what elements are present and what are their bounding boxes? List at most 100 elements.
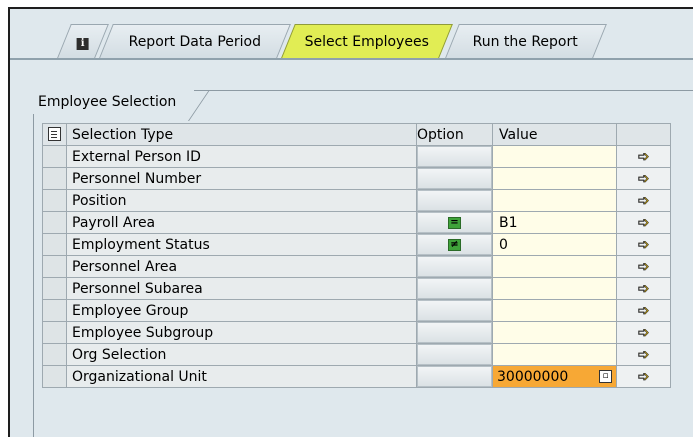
table-row: Payroll Area = B1 ➩ xyxy=(42,211,671,234)
multiple-selection-arrow-icon[interactable]: ➩ xyxy=(634,148,654,165)
option-button[interactable]: = xyxy=(417,212,492,233)
table-row: Organizational Unit 30000000 ▫ ➩ xyxy=(42,365,671,388)
option-button[interactable] xyxy=(417,322,492,343)
multiple-selection-arrow-icon[interactable]: ➩ xyxy=(634,170,654,187)
option-cell xyxy=(416,189,493,212)
multiple-selection-arrow-icon[interactable]: ➩ xyxy=(634,280,654,297)
row-selector[interactable] xyxy=(42,255,67,278)
not-equal-option-icon: ≠ xyxy=(448,238,461,251)
multiple-selection-cell: ➩ xyxy=(616,343,671,366)
tab-divider xyxy=(10,58,693,60)
value-input[interactable]: 30000000 ▫ xyxy=(492,365,617,388)
row-selector[interactable] xyxy=(42,233,67,256)
row-selector[interactable] xyxy=(42,167,67,190)
tab-run-the-report[interactable]: Run the Report xyxy=(445,24,607,58)
row-selector[interactable] xyxy=(42,343,67,366)
option-button[interactable] xyxy=(417,278,492,299)
table-row: External Person ID ➩ xyxy=(42,145,671,168)
row-selector[interactable] xyxy=(42,277,67,300)
tab-label: Run the Report xyxy=(473,33,579,50)
equals-option-icon: = xyxy=(448,216,461,229)
row-selector[interactable] xyxy=(42,189,67,212)
selection-type-cell: Org Selection xyxy=(66,343,417,366)
table-row: Employee Group ➩ xyxy=(42,299,671,322)
value-input[interactable] xyxy=(492,299,617,322)
value-input[interactable]: B1 xyxy=(492,211,617,234)
value-input[interactable] xyxy=(492,145,617,168)
table-row: Employee Subgroup ➩ xyxy=(42,321,671,344)
multiple-selection-cell: ➩ xyxy=(616,211,671,234)
tab-report-data-period[interactable]: Report Data Period xyxy=(99,24,291,58)
option-button[interactable] xyxy=(417,168,492,189)
value-input[interactable] xyxy=(492,255,617,278)
option-cell xyxy=(416,299,493,322)
table-row: Employment Status ≠ 0 ➩ xyxy=(42,233,671,256)
row-selector[interactable] xyxy=(42,321,67,344)
table-row: Org Selection ➩ xyxy=(42,343,671,366)
column-settings-icon[interactable] xyxy=(48,126,61,141)
header-value: Value xyxy=(492,123,617,146)
option-cell xyxy=(416,277,493,300)
selection-type-cell: Employment Status xyxy=(66,233,417,256)
selection-type-cell: Organizational Unit xyxy=(66,365,417,388)
value-help-icon[interactable]: ▫ xyxy=(599,370,612,383)
selection-type-cell: Employee Group xyxy=(66,299,417,322)
option-button[interactable] xyxy=(417,300,492,321)
table-row: Position ➩ xyxy=(42,189,671,212)
tab-label: Select Employees xyxy=(304,33,429,50)
multiple-selection-cell: ➩ xyxy=(616,167,671,190)
option-cell xyxy=(416,365,493,388)
value-input[interactable] xyxy=(492,277,617,300)
multiple-selection-arrow-icon[interactable]: ➩ xyxy=(634,214,654,231)
multiple-selection-cell: ➩ xyxy=(616,145,671,168)
table-header-row: Selection Type Option Value xyxy=(42,123,671,146)
value-input[interactable] xyxy=(492,343,617,366)
option-button[interactable] xyxy=(417,344,492,365)
multiple-selection-cell: ➩ xyxy=(616,189,671,212)
multiple-selection-cell: ➩ xyxy=(616,365,671,388)
option-cell xyxy=(416,343,493,366)
table-row: Personnel Area ➩ xyxy=(42,255,671,278)
group-title: Employee Selection xyxy=(33,90,195,114)
multiple-selection-arrow-icon[interactable]: ➩ xyxy=(634,236,654,253)
option-cell xyxy=(416,321,493,344)
value-input[interactable] xyxy=(492,321,617,344)
info-icon: i xyxy=(76,37,89,50)
selection-type-cell: Personnel Number xyxy=(66,167,417,190)
option-cell: = xyxy=(416,211,493,234)
selection-type-cell: Personnel Area xyxy=(66,255,417,278)
option-button[interactable] xyxy=(417,190,492,211)
multiple-selection-cell: ➩ xyxy=(616,255,671,278)
option-button[interactable]: ≠ xyxy=(417,234,492,255)
value-input[interactable] xyxy=(492,189,617,212)
multiple-selection-arrow-icon[interactable]: ➩ xyxy=(634,368,654,385)
table-row: Personnel Number ➩ xyxy=(42,167,671,190)
option-cell xyxy=(416,255,493,278)
value-input[interactable] xyxy=(492,167,617,190)
value-text: 0 xyxy=(499,236,508,253)
selection-type-cell: Payroll Area xyxy=(66,211,417,234)
row-selector[interactable] xyxy=(42,365,67,388)
tab-label: Report Data Period xyxy=(128,33,262,50)
option-button[interactable] xyxy=(417,256,492,277)
option-button[interactable] xyxy=(417,146,492,167)
select-all-cell[interactable] xyxy=(42,123,67,146)
multiple-selection-arrow-icon[interactable]: ➩ xyxy=(634,258,654,275)
table-row: Personnel Subarea ➩ xyxy=(42,277,671,300)
value-input[interactable]: 0 xyxy=(492,233,617,256)
selection-type-cell: External Person ID xyxy=(66,145,417,168)
option-button[interactable] xyxy=(417,366,492,387)
multiple-selection-arrow-icon[interactable]: ➩ xyxy=(634,324,654,341)
multiple-selection-arrow-icon[interactable]: ➩ xyxy=(634,302,654,319)
multiple-selection-arrow-icon[interactable]: ➩ xyxy=(634,192,654,209)
header-selection-type: Selection Type xyxy=(66,123,417,146)
value-text: 30000000 xyxy=(497,368,569,385)
multiple-selection-arrow-icon[interactable]: ➩ xyxy=(634,346,654,363)
selection-type-cell: Personnel Subarea xyxy=(66,277,417,300)
multiple-selection-cell: ➩ xyxy=(616,233,671,256)
tab-select-employees[interactable]: Select Employees xyxy=(281,24,453,58)
row-selector[interactable] xyxy=(42,299,67,322)
row-selector[interactable] xyxy=(42,211,67,234)
option-cell xyxy=(416,145,493,168)
row-selector[interactable] xyxy=(42,145,67,168)
